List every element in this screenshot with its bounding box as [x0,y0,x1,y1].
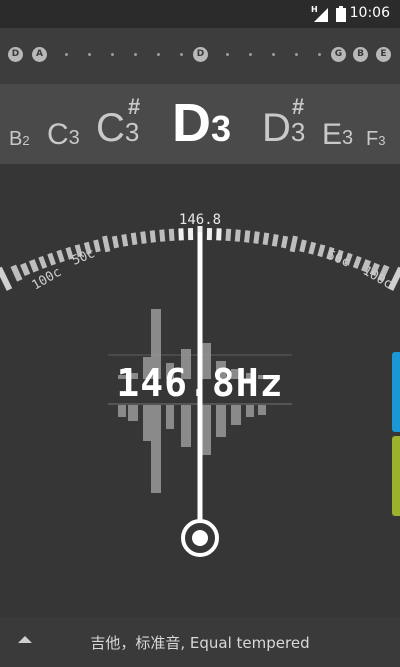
tuner-gauge: 100c 50c 50c 100c 146.8 146.8Hz [0,164,400,617]
string-pill-2[interactable]: A [32,47,47,62]
string-pill-1[interactable]: D [8,47,23,62]
note-e3[interactable]: E3 [322,118,353,152]
cell-signal-icon [314,8,328,22]
divider-dot [111,53,114,56]
divider-dot [88,53,91,56]
side-tab-green[interactable] [392,436,400,516]
battery-icon [336,6,346,22]
note-f3[interactable]: F3 [366,128,385,151]
status-time: 10:06 [349,5,390,21]
divider-dot [249,53,252,56]
divider-dot [180,53,183,56]
bottom-bar[interactable]: 吉他，标准音, Equal tempered [0,617,400,667]
note-selector: B2 C3 C3 # D3 D3 # E3 F3 [0,84,400,164]
status-bar: H 10:06 [0,0,400,28]
divider-dot [272,53,275,56]
note-d3-current[interactable]: D3 [172,92,231,154]
needle-layer [181,232,219,557]
divider-dot [295,53,298,56]
string-selector: D A D G B E [0,28,400,84]
string-pill-3[interactable]: D [193,47,208,62]
string-pill-6[interactable]: E [376,47,391,62]
note-b2[interactable]: B2 [9,128,30,151]
divider-dot [157,53,160,56]
string-pill-4[interactable]: G [331,47,346,62]
string-pill-5[interactable]: B [353,47,368,62]
note-c-sharp-3[interactable]: C3 # [96,94,140,151]
divider-dot [134,53,137,56]
divider-dot [65,53,68,56]
note-d-sharp-3[interactable]: D3 # [262,94,305,151]
divider-dot [318,53,321,56]
needle-pivot-dot [192,530,208,546]
tuning-mode-label[interactable]: 吉他，标准音, Equal tempered [0,632,400,653]
divider-dot [226,53,229,56]
side-tab-blue[interactable] [392,352,400,432]
note-c3[interactable]: C3 [47,118,80,152]
